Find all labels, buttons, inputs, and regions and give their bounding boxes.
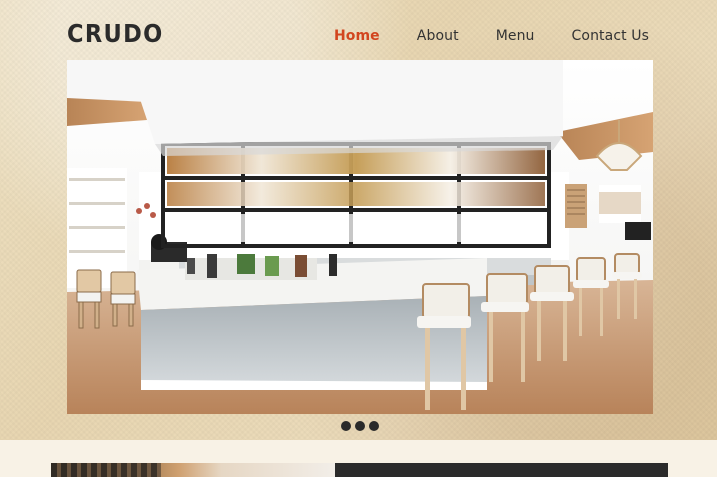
- nav-item-menu[interactable]: Menu: [496, 28, 535, 44]
- hero-image: [67, 60, 653, 414]
- hero-slider: [67, 60, 653, 414]
- carousel-dots: [341, 421, 379, 431]
- nav-item-home[interactable]: Home: [334, 28, 380, 44]
- nav-item-about[interactable]: About: [417, 28, 459, 44]
- nav-item-contact-us[interactable]: Contact Us: [572, 28, 649, 44]
- brand-name: CRUDO: [67, 18, 164, 48]
- carousel-dot-2[interactable]: [355, 421, 365, 431]
- carousel-dot-1[interactable]: [341, 421, 351, 431]
- section-panel: [335, 463, 668, 477]
- section-image: [51, 463, 335, 477]
- main-nav: Home About Menu Contact Us: [334, 28, 649, 44]
- brand-logo[interactable]: CRUDO: [67, 18, 164, 48]
- carousel-dot-3[interactable]: [369, 421, 379, 431]
